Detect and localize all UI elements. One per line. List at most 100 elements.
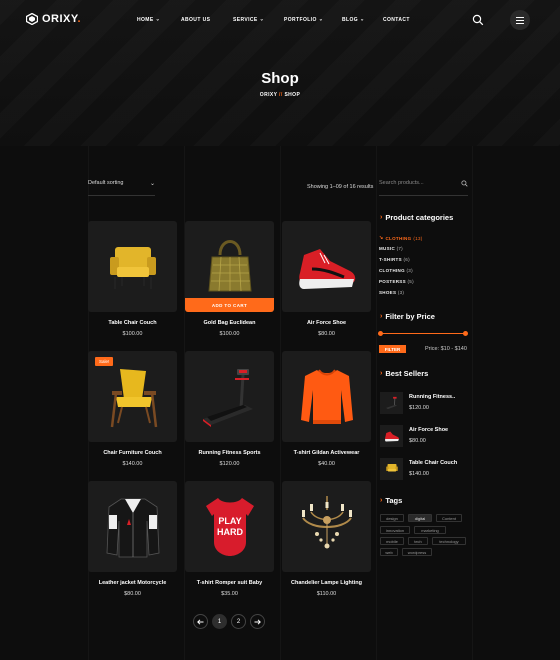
- best-seller-thumbnail[interactable]: [380, 458, 403, 480]
- product-card[interactable]: Running Fitness Sports $120.00: [185, 351, 274, 467]
- chevron-down-icon: ⌄: [155, 16, 161, 23]
- product-name[interactable]: Table Chair Couch: [88, 320, 177, 326]
- product-card[interactable]: PLAY HARD T-shirt Romper suit Baby $35.0…: [185, 481, 274, 597]
- product-image[interactable]: [282, 481, 371, 572]
- product-image[interactable]: [282, 351, 371, 442]
- product-card[interactable]: Air Force Shoe $80.00: [282, 221, 371, 337]
- product-image[interactable]: [88, 221, 177, 312]
- best-seller-item[interactable]: Table Chair Couch $140.00: [380, 458, 470, 480]
- tag-tech[interactable]: tech: [408, 537, 428, 545]
- price-slider-max-handle[interactable]: [463, 331, 468, 336]
- tag-web[interactable]: web: [380, 548, 398, 556]
- breadcrumb-home[interactable]: ORIXY: [260, 92, 277, 98]
- tag-digital[interactable]: digital: [408, 514, 432, 522]
- nav-item-service[interactable]: SERVICE ⌄: [233, 17, 264, 24]
- best-seller-item[interactable]: Air Force Shoe $80.00: [380, 425, 470, 447]
- treadmill-image: [385, 396, 397, 410]
- category-item-posters[interactable]: POSTERSS (5): [379, 279, 414, 284]
- nav-item-portfolio[interactable]: PORTFOLIO ⌄: [284, 17, 323, 24]
- red-sneaker-image: [298, 248, 355, 289]
- gold-handbag-image: [207, 240, 252, 292]
- best-seller-price: $120.00: [409, 405, 429, 411]
- product-name[interactable]: Air Force Shoe: [282, 320, 371, 326]
- product-name[interactable]: Running Fitness Sports: [185, 450, 274, 456]
- tag-mobile[interactable]: mobile: [380, 537, 404, 545]
- product-price: $140.00: [122, 461, 143, 467]
- pagination-next-button[interactable]: [250, 614, 265, 629]
- best-seller-price: $140.00: [409, 471, 429, 477]
- yellow-armchair-image: [385, 464, 398, 472]
- product-image[interactable]: [185, 351, 274, 442]
- page-title: Shop: [261, 70, 299, 87]
- chevron-down-icon: ⌄: [360, 16, 365, 23]
- best-seller-name[interactable]: Table Chair Couch: [409, 460, 457, 466]
- search-icon[interactable]: [472, 14, 484, 26]
- product-price: $80.00: [124, 591, 141, 597]
- product-search-input[interactable]: Search products...: [379, 180, 468, 196]
- product-card[interactable]: ADD TO CART Gold Bag Euclidean $100.00: [185, 221, 274, 337]
- nav-item-about[interactable]: ABOUT US: [181, 17, 210, 23]
- nav-item-contact[interactable]: CONTACT: [383, 17, 410, 23]
- tag-marketing[interactable]: marketing: [414, 526, 446, 534]
- arrow-right-icon: [254, 618, 261, 625]
- tag-wordpress[interactable]: wordpress: [402, 548, 432, 556]
- product-name[interactable]: Chair Furniture Couch: [88, 450, 177, 456]
- best-seller-item[interactable]: Running Fitness.. $120.00: [380, 392, 470, 414]
- category-item-clothing-2[interactable]: CLOTHING (3): [379, 268, 413, 273]
- sort-select[interactable]: Default sorting ⌄: [88, 180, 155, 196]
- category-item-music[interactable]: MUSIC (7): [379, 246, 403, 251]
- product-price: $100.00: [122, 331, 143, 337]
- best-seller-thumbnail[interactable]: [380, 425, 403, 447]
- product-image[interactable]: [88, 481, 177, 572]
- best-seller-thumbnail[interactable]: [380, 392, 403, 414]
- product-price: $35.00: [221, 591, 238, 597]
- product-name[interactable]: Chandelier Lampe Lighting: [282, 580, 371, 586]
- price-slider-track[interactable]: [380, 333, 466, 334]
- chandelier-image: [301, 495, 352, 548]
- pagination-prev-button[interactable]: [193, 614, 208, 629]
- pagination-page-2[interactable]: 2: [231, 614, 246, 629]
- tag-innovation[interactable]: innovation: [380, 526, 410, 534]
- product-name[interactable]: T-shirt Romper suit Baby: [185, 580, 274, 586]
- product-price: $80.00: [318, 331, 335, 337]
- tag-content[interactable]: Content: [436, 514, 462, 522]
- product-card[interactable]: Table Chair Couch $100.00: [88, 221, 177, 337]
- hamburger-menu-button[interactable]: [510, 10, 530, 30]
- search-placeholder: Search products...: [379, 180, 424, 186]
- category-item-shoes[interactable]: SHOES (3): [379, 290, 404, 295]
- sort-value: Default sorting: [88, 180, 124, 186]
- pagination-page-1[interactable]: 1: [212, 614, 227, 629]
- price-range-label: Price: $10 - $140: [425, 346, 467, 352]
- menu-icon: [516, 16, 524, 24]
- product-name[interactable]: Leather jacket Motorcycle: [88, 580, 177, 586]
- orange-sweater-image: [300, 368, 353, 424]
- nav-item-home[interactable]: HOME ⌄: [137, 16, 161, 24]
- price-slider-min-handle[interactable]: [378, 331, 383, 336]
- product-image[interactable]: Sale!: [88, 351, 177, 442]
- site-logo[interactable]: ORIXY.: [26, 13, 81, 25]
- product-card[interactable]: Sale! Chair Furniture Couch $140.00: [88, 351, 177, 467]
- product-card[interactable]: Leather jacket Motorcycle $80.00: [88, 481, 177, 597]
- product-price: $100.00: [219, 331, 240, 337]
- category-item-tshirts[interactable]: T-SHIRTS (6): [379, 257, 410, 262]
- product-card[interactable]: Chandelier Lampe Lighting $110.00: [282, 481, 371, 597]
- chevron-down-icon: ⌄: [149, 181, 155, 187]
- romper-print-line1: PLAY: [218, 516, 241, 526]
- product-image[interactable]: PLAY HARD: [185, 481, 274, 572]
- product-name[interactable]: Gold Bag Euclidean: [185, 320, 274, 326]
- product-image[interactable]: ADD TO CART: [185, 221, 274, 312]
- category-item-clothing[interactable]: ↘ CLOTHING (13): [379, 235, 423, 241]
- product-image[interactable]: [282, 221, 371, 312]
- nav-item-blog[interactable]: BLOG ⌄: [342, 16, 365, 24]
- product-price: $110.00: [316, 591, 337, 597]
- search-icon[interactable]: [461, 180, 468, 187]
- best-seller-name[interactable]: Running Fitness..: [409, 394, 455, 400]
- tag-technology[interactable]: technology: [432, 537, 466, 545]
- add-to-cart-button[interactable]: ADD TO CART: [185, 298, 274, 312]
- best-seller-name[interactable]: Air Force Shoe: [409, 427, 448, 433]
- filter-button[interactable]: FILTER: [379, 345, 406, 353]
- product-name[interactable]: T-shirt Gildan Activewear: [282, 450, 371, 456]
- tag-design[interactable]: design: [380, 514, 404, 522]
- best-seller-price: $80.00: [409, 438, 426, 444]
- product-card[interactable]: T-shirt Gildan Activewear $40.00: [282, 351, 371, 467]
